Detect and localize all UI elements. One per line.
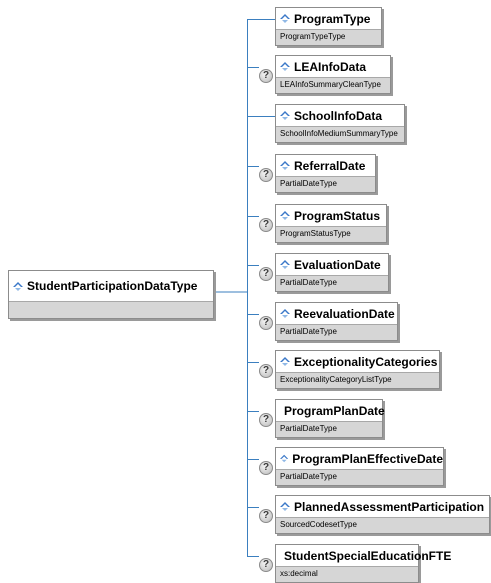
help-icon[interactable]: ? [259,218,273,232]
element-box-studentspecialeducationfte[interactable]: StudentSpecialEducationFTE xs:decimal [275,544,451,583]
element-box-plannedassessmentparticipation[interactable]: PlannedAssessmentParticipation SourcedCod… [275,495,490,534]
element-icon [280,309,290,318]
help-icon[interactable]: ? [259,461,273,475]
help-icon[interactable]: ? [259,168,273,182]
element-icon [13,281,23,291]
element-type: xs:decimal [276,566,418,582]
element-icon [280,357,290,366]
help-icon[interactable]: ? [259,413,273,427]
element-icon [280,454,289,463]
element-icon [280,161,290,170]
element-icon [280,211,290,220]
element-type: PartialDateType [276,469,443,485]
element-type: SourcedCodesetType [276,517,489,533]
element-name: ReevaluationDate [294,306,395,321]
element-header: ProgramPlanEffectiveDate [276,448,443,469]
element-type: PartialDateType [276,324,397,340]
element-icon [280,260,290,269]
help-icon[interactable]: ? [259,316,273,330]
help-icon[interactable]: ? [259,267,273,281]
schema-diagram: StudentParticipationDataType ProgramType… [0,0,491,583]
element-type: PartialDateType [276,176,375,192]
element-name: StudentSpecialEducationFTE [284,548,452,563]
element-box-programplandate[interactable]: ProgramPlanDate PartialDateType [275,399,385,438]
element-name: EvaluationDate [294,257,381,272]
element-name: ExceptionalityCategories [294,354,438,369]
element-box-reevaluationdate[interactable]: ReevaluationDate PartialDateType [275,302,398,341]
element-name: ReferralDate [294,158,366,173]
element-name: ProgramType [294,11,371,26]
element-icon [280,14,290,23]
element-header: ReevaluationDate [276,303,397,324]
element-name: ProgramPlanDate [284,403,385,418]
element-header: StudentSpecialEducationFTE [276,545,451,566]
help-icon[interactable]: ? [259,364,273,378]
element-header: SchoolInfoData [276,105,404,126]
element-header: ProgramStatus [276,205,386,226]
element-box-programstatus[interactable]: ProgramStatus ProgramStatusType [275,204,387,243]
element-header: EvaluationDate [276,254,388,275]
element-icon [280,62,290,71]
element-box-referraldate[interactable]: ReferralDate PartialDateType [275,154,376,193]
element-box-exceptionalitycategories[interactable]: ExceptionalityCategories ExceptionalityCa… [275,350,440,389]
element-box-evaluationdate[interactable]: EvaluationDate PartialDateType [275,253,389,292]
element-name: ProgramStatus [294,208,381,223]
element-header: LEAInfoData [276,56,390,77]
element-type: ProgramStatusType [276,226,386,242]
element-type: ProgramTypeType [276,29,381,45]
root-element-box[interactable]: StudentParticipationDataType [8,270,214,319]
element-name: LEAInfoData [294,59,366,74]
element-box-schoolinfodata[interactable]: SchoolInfoData SchoolInfoMediumSummaryTyp… [275,104,405,143]
element-type: LEAInfoSummaryCleanType [276,77,390,93]
element-icon [280,502,290,511]
help-icon[interactable]: ? [259,69,273,83]
element-type: PartialDateType [276,275,388,291]
element-name: PlannedAssessmentParticipation [294,499,485,514]
element-type: PartialDateType [276,421,382,437]
element-header: ProgramType [276,8,381,29]
element-box-programtype[interactable]: ProgramType ProgramTypeType [275,7,382,46]
help-icon[interactable]: ? [259,509,273,523]
element-name: SchoolInfoData [294,108,383,123]
root-element-name: StudentParticipationDataType [27,279,198,293]
element-type: SchoolInfoMediumSummaryType [276,126,404,142]
element-header: PlannedAssessmentParticipation [276,496,489,517]
element-header: ProgramPlanDate [276,400,385,421]
element-type: ExceptionalityCategoryListType [276,372,439,388]
element-icon [280,111,290,120]
root-element-type-bar [9,301,213,318]
help-icon[interactable]: ? [259,558,273,572]
element-header: ExceptionalityCategories [276,351,439,372]
element-header: ReferralDate [276,155,375,176]
root-element-header: StudentParticipationDataType [9,271,213,301]
element-box-programplaneffectivedate[interactable]: ProgramPlanEffectiveDate PartialDateType [275,447,444,486]
element-box-leainfodata[interactable]: LEAInfoData LEAInfoSummaryCleanType [275,55,391,94]
element-name: ProgramPlanEffectiveDate [292,451,443,466]
